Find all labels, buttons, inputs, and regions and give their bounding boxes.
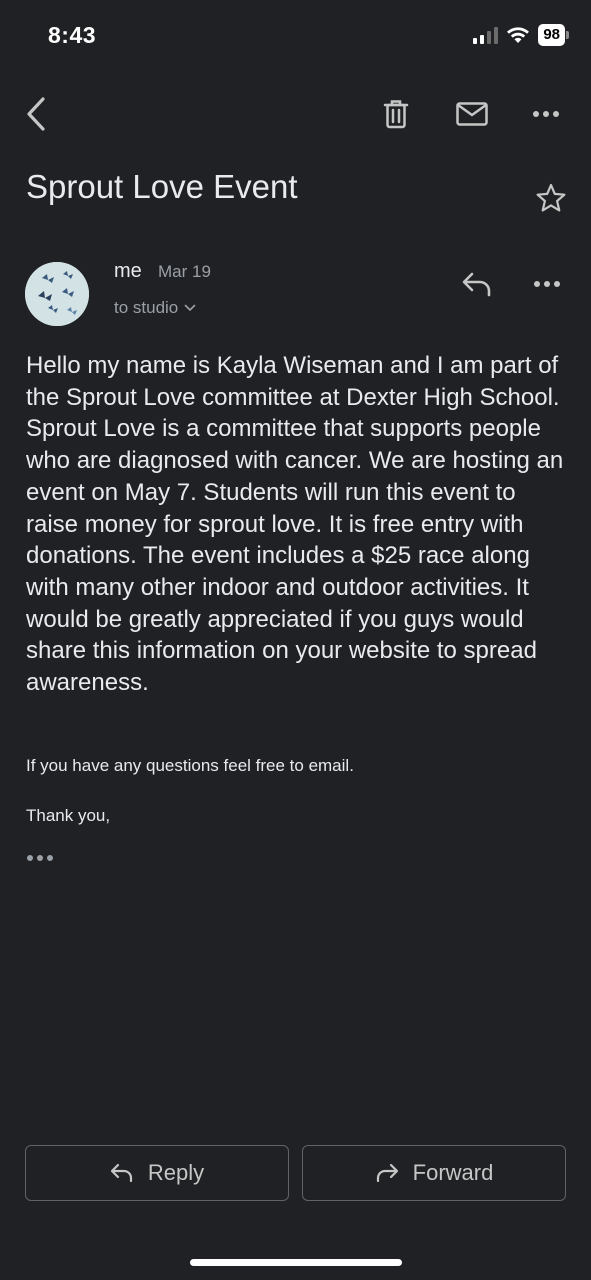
reply-icon [110,1163,132,1183]
recipient-label: to studio [114,298,179,317]
star-button[interactable] [531,178,571,218]
forward-label: Forward [412,1160,494,1185]
status-bar: 8:43 98 [0,0,591,70]
reply-button[interactable]: Reply [25,1145,289,1201]
message-more-button[interactable] [525,262,569,306]
forward-button[interactable]: Forward [302,1145,566,1201]
butterfly-avatar-icon [25,262,89,326]
email-subject: Sprout Love Event [26,168,298,205]
more-options-button[interactable] [522,88,570,140]
closing-line: Thank you, [26,806,111,825]
battery-indicator: 98 [538,24,565,46]
battery-tip [566,31,569,39]
mark-unread-button[interactable] [448,88,496,140]
chevron-down-icon [184,304,196,312]
forward-icon [376,1163,398,1183]
mail-icon [456,102,488,126]
email-toolbar [0,88,591,140]
email-date: Mar 19 [158,262,211,281]
wifi-icon [507,27,530,43]
questions-line: If you have any questions feel free to e… [26,756,354,775]
trash-icon [383,100,409,129]
email-body: Hello my name is Kayla Wiseman and I am … [26,352,564,697]
status-time: 8:43 [48,22,97,48]
more-icon [534,281,560,287]
status-icons: 98 [473,24,569,46]
reply-label: Reply [147,1160,205,1185]
recipient-details-toggle[interactable]: to studio [114,298,196,318]
home-indicator[interactable] [190,1259,402,1266]
avatar[interactable] [25,262,89,326]
reply-icon [462,272,491,297]
more-icon [533,111,559,117]
back-button[interactable] [12,88,60,140]
quick-reply-button[interactable] [455,262,499,306]
show-trimmed-content-button[interactable] [26,848,60,868]
cellular-signal-icon [473,26,499,44]
delete-button[interactable] [372,88,420,140]
sender-name: me [114,260,142,282]
ellipsis-icon [27,855,53,861]
back-arrow-icon [27,97,45,131]
subject-row: Sprout Love Event [26,168,571,228]
star-icon [536,183,566,212]
sender-row: me Mar 19 to studio [25,256,571,336]
